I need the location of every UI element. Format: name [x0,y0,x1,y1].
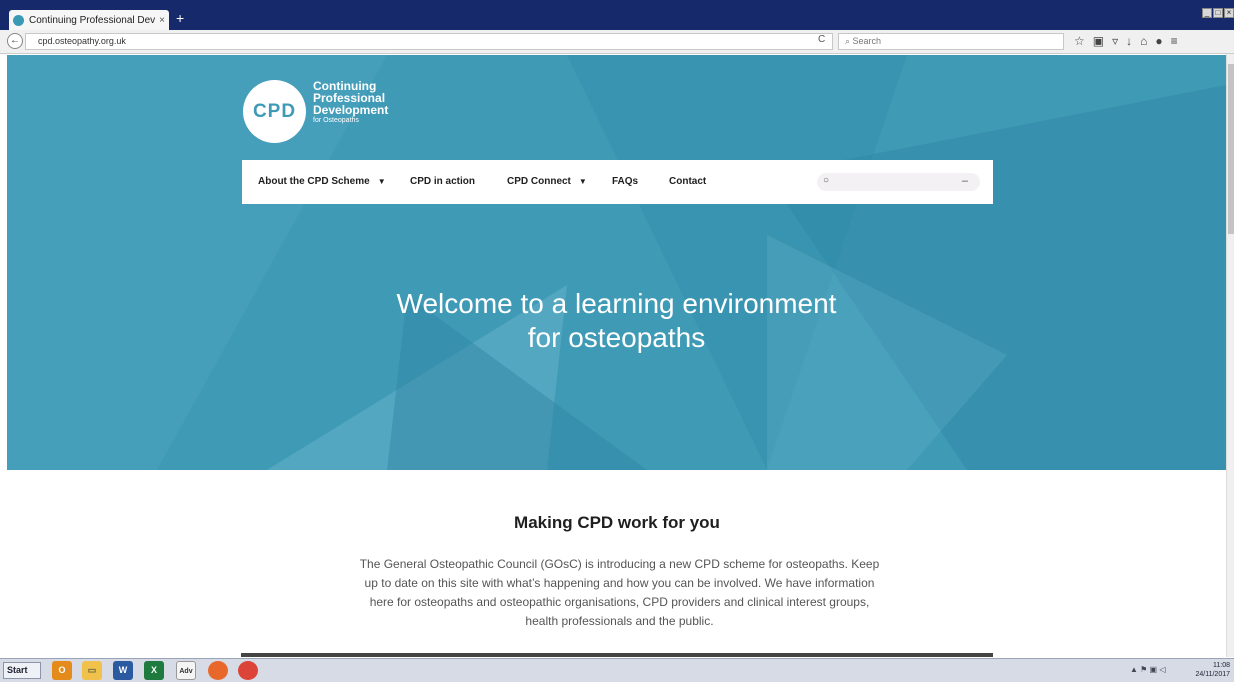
reload-icon[interactable]: C [818,34,825,45]
browser-tab-bar: Continuing Professional Devel... × + _ □… [0,0,1234,30]
nav-item-about[interactable]: About the CPD Scheme ▼ [258,176,386,187]
hero-background-shapes [7,55,1226,470]
nav-item-contact[interactable]: Contact [669,176,706,187]
start-button[interactable]: Start [3,662,41,679]
scrollbar-thumb[interactable] [1228,64,1234,234]
tab-title: Continuing Professional Devel... [29,14,155,26]
hero-heading-line-1: Welcome to a learning environment [396,288,837,319]
nav-item-cpd-connect[interactable]: CPD Connect ▼ [507,176,587,187]
word-icon[interactable]: W [113,661,133,680]
outlook-icon[interactable]: O [52,661,72,680]
main-navigation: About the CPD Scheme ▼ CPD in action CPD … [242,160,993,204]
browser-toolbar: ☆ ▣ ▿ ↓ ⌂ ● ≡ [1074,34,1178,48]
chat-icon[interactable]: ● [1155,34,1162,48]
site-search-input[interactable]: ○ – [817,173,980,191]
chrome-icon[interactable] [238,661,258,680]
caret-down-icon: ▼ [377,177,386,186]
logo-badge: CPD [243,80,306,143]
logo-line-3: Development [313,103,389,117]
system-clock[interactable]: 11:08 24/11/2017 [1195,661,1230,679]
search-icon: ○ [823,175,830,186]
system-tray-icons[interactable]: ▲ ⚑ ▣ ◁ [1130,665,1165,674]
adv-app-icon[interactable]: Adv [176,661,196,680]
site-favicon-icon [13,14,24,26]
nav-item-label: CPD Connect [507,176,571,187]
firefox-icon[interactable] [208,661,228,680]
home-icon[interactable]: ⌂ [1140,34,1147,48]
logo-wordmark: Continuing Professional Development for … [313,80,433,126]
clock-time: 11:08 [1213,662,1230,669]
search-icon: ⌕ [845,36,853,46]
nav-item-faqs[interactable]: FAQs [612,176,638,187]
browser-tab[interactable]: Continuing Professional Devel... × [9,10,169,30]
os-taskbar: Start O ▭ W X Adv ▲ ⚑ ▣ ◁ 11:08 24/11/20… [0,658,1234,682]
hero-heading: Welcome to a learning environment for os… [7,287,1226,355]
new-tab-button[interactable]: + [176,10,184,26]
back-arrow-icon[interactable]: ← [7,33,23,49]
hero-banner: CPD Continuing Professional Development … [7,55,1226,470]
hero-heading-line-2: for osteopaths [527,322,706,353]
clock-date: 24/11/2017 [1195,671,1230,678]
clipboard-icon[interactable]: ▣ [1093,34,1104,48]
caret-down-icon: ▼ [578,177,587,186]
menu-icon[interactable]: ≡ [1171,34,1178,48]
nav-item-cpd-in-action[interactable]: CPD in action [410,176,475,187]
window-controls: _ □ × [1202,8,1234,18]
excel-icon[interactable]: X [144,661,164,680]
search-placeholder: Search [852,36,882,46]
close-window-icon[interactable]: × [1224,8,1234,18]
page-scrollbar[interactable] [1226,54,1234,657]
start-label: Start [7,665,28,675]
close-tab-icon[interactable]: × [155,15,169,26]
minimize-icon[interactable]: _ [1202,8,1212,18]
url-text: cpd.osteopathy.org.uk [38,36,126,46]
folder-icon[interactable]: ▭ [82,661,102,680]
search-collapse-icon[interactable]: – [962,175,968,187]
address-bar[interactable]: cpd.osteopathy.org.uk [25,33,833,50]
intro-paragraph: The General Osteopathic Council (GOsC) i… [359,557,880,628]
nav-item-label: CPD in action [410,176,476,187]
section-divider [241,653,993,657]
browser-nav-bar: cpd.osteopathy.org.uk ← C ⌕ Search ☆ ▣ ▿… [0,30,1234,54]
maximize-icon[interactable]: □ [1213,8,1223,18]
section-title: Making CPD work for you [514,513,720,532]
browser-search-input[interactable]: ⌕ Search [838,33,1064,50]
download-icon[interactable]: ↓ [1126,34,1132,48]
nav-item-label: FAQs [612,176,639,187]
pocket-icon[interactable]: ▿ [1112,34,1118,48]
logo-tagline: for Osteopaths [313,117,359,124]
star-icon[interactable]: ☆ [1074,34,1085,48]
nav-item-label: Contact [669,176,707,187]
nav-item-label: About the CPD Scheme [258,176,370,187]
